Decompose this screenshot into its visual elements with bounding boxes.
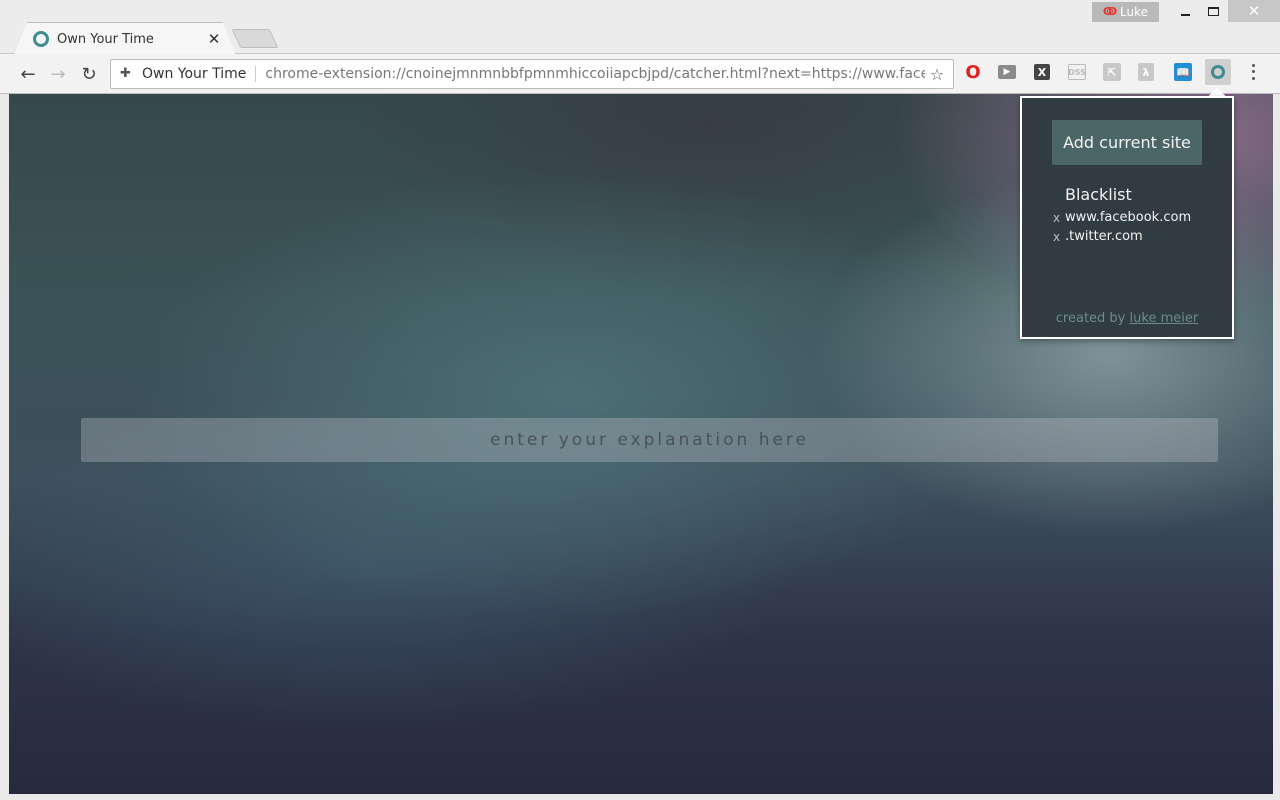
profile-name: Luke — [1120, 5, 1148, 19]
add-current-site-button[interactable]: Add current site — [1052, 120, 1202, 165]
minimize-icon — [1180, 14, 1190, 16]
address-bar[interactable]: ✚ Own Your Time chrome-extension://cnoin… — [110, 59, 954, 89]
minimize-button[interactable] — [1170, 0, 1200, 22]
pdf-icon[interactable]: λ — [1138, 63, 1154, 81]
blacklist-title: Blacklist — [1065, 185, 1132, 204]
title-bar: Own Your Time ✕ ↂ Luke ✕ — [0, 0, 1280, 55]
back-arrow-icon[interactable]: ← — [16, 62, 40, 86]
blacklist-item: x www.facebook.com — [1053, 208, 1191, 227]
video-icon[interactable]: ▶ — [998, 65, 1016, 79]
opera-icon[interactable]: O — [963, 62, 983, 83]
own-your-time-favicon-icon — [33, 31, 49, 47]
tab-own-your-time[interactable]: Own Your Time ✕ — [14, 22, 236, 55]
reload-icon[interactable]: ↻ — [77, 62, 101, 86]
bookmark-star-icon[interactable]: ☆ — [925, 65, 949, 84]
credit-line: created by luke meier — [1022, 311, 1232, 326]
profile-button[interactable]: ↂ Luke — [1092, 2, 1159, 22]
dss-icon[interactable]: DSS — [1068, 64, 1086, 80]
address-url[interactable]: chrome-extension://cnoinejmnmnbbfpmnmhic… — [265, 66, 925, 82]
blacklist-domain: www.facebook.com — [1065, 210, 1192, 225]
tab-close-icon[interactable]: ✕ — [207, 32, 221, 47]
remove-icon[interactable]: x — [1053, 230, 1065, 244]
book-icon[interactable]: 📖 — [1174, 63, 1192, 81]
extension-popup: Add current site Blacklist x www.faceboo… — [1020, 96, 1234, 339]
puzzle-piece-icon[interactable]: ✚ — [120, 67, 134, 81]
forward-arrow-icon[interactable]: → — [46, 62, 70, 86]
blacklist: x www.facebook.com x .twitter.com — [1053, 208, 1191, 246]
credit-prefix: created by — [1055, 311, 1126, 326]
address-origin-label: Own Your Time — [142, 66, 247, 82]
blacklist-item: x .twitter.com — [1053, 227, 1191, 246]
profile-icon: ↂ — [1103, 5, 1118, 18]
own-your-time-extension-icon[interactable] — [1205, 59, 1231, 85]
blacklist-domain: .twitter.com — [1065, 229, 1143, 244]
share-icon[interactable]: ⇱ — [1103, 63, 1121, 81]
browser-toolbar: ← → ↻ ✚ Own Your Time chrome-extension:/… — [0, 54, 1280, 94]
x-icon[interactable]: X — [1034, 64, 1050, 80]
maximize-button[interactable] — [1198, 0, 1228, 22]
tab-title: Own Your Time — [57, 31, 154, 47]
author-link[interactable]: luke meier — [1130, 311, 1199, 326]
explanation-input[interactable] — [81, 418, 1218, 462]
ring-icon — [1211, 65, 1225, 79]
chrome-menu-icon[interactable] — [1246, 62, 1260, 82]
new-tab-button[interactable] — [231, 29, 279, 48]
maximize-icon — [1207, 6, 1219, 16]
remove-icon[interactable]: x — [1053, 211, 1065, 225]
address-separator — [255, 66, 257, 82]
window-close-button[interactable]: ✕ — [1228, 0, 1280, 22]
